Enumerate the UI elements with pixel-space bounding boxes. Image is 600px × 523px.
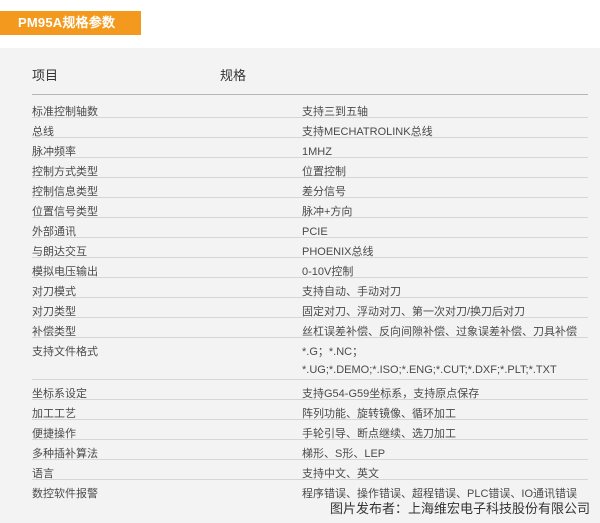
table-row: 外部通讯 PCIE [32, 218, 588, 238]
table-row: 总线 支持MECHATROLINK总线 [32, 118, 588, 138]
table-row: 便捷操作 手轮引导、断点继续、选刀加工 [32, 420, 588, 440]
header-divider [32, 94, 588, 95]
row-item: 控制方式类型 [32, 166, 98, 178]
column-header-item: 项目 [32, 68, 59, 83]
section-title-tab: PM95A规格参数 [0, 11, 141, 35]
row-item: 控制信息类型 [32, 186, 98, 198]
row-spec: *.G；*.NC；*.UG;*.DEMO;*.ISO;*.ENG;*.CUT;*… [302, 346, 557, 376]
row-item: 模拟电压输出 [32, 266, 98, 278]
image-publisher-caption: 图片发布者：上海维宏电子科技股份有限公司 [329, 501, 590, 516]
row-item: 总线 [32, 126, 54, 138]
row-item: 补偿类型 [32, 326, 76, 338]
table-row: 控制信息类型 差分信号 [32, 178, 588, 198]
table-row: 位置信号类型 脉冲+方向 [32, 198, 588, 218]
row-item: 外部通讯 [32, 226, 76, 238]
row-item: 与朗达交互 [32, 246, 87, 258]
table-row: 脉冲频率 1MHZ [32, 138, 588, 158]
row-item: 加工工艺 [32, 408, 76, 420]
table-row: 语言 支持中文、英文 [32, 460, 588, 480]
table-row: 多种插补算法 梯形、S形、LEP [32, 440, 588, 460]
table-row: 对刀模式 支持自动、手动对刀 [32, 278, 588, 298]
row-item: 坐标系设定 [32, 388, 87, 400]
row-item: 语言 [32, 468, 54, 480]
table-row: 标准控制轴数 支持三到五轴 [32, 98, 588, 118]
table-row: 对刀类型 固定对刀、浮动对刀、第一次对刀/换刀后对刀 [32, 298, 588, 318]
row-item: 位置信号类型 [32, 206, 98, 218]
table-row: 补偿类型 丝杠误差补偿、反向间隙补偿、过象误差补偿、刀具补偿 [32, 318, 588, 338]
row-item: 数控软件报警 [32, 488, 98, 500]
top-band: PM95A规格参数 [0, 0, 600, 48]
table-row: 模拟电压输出 0-10V控制 [32, 258, 588, 278]
table-header: 项目 规格 [32, 52, 588, 94]
column-header-spec: 规格 [220, 68, 247, 83]
row-item: 标准控制轴数 [32, 106, 98, 118]
table-row: 控制方式类型 位置控制 [32, 158, 588, 178]
table-row: 加工工艺 阵列功能、旋转镜像、循环加工 [32, 400, 588, 420]
row-item: 多种插补算法 [32, 448, 98, 460]
row-item: 对刀类型 [32, 306, 76, 318]
table-row: 坐标系设定 支持G54-G59坐标系，支持原点保存 [32, 380, 588, 400]
table-row: 与朗达交互 PHOENIX总线 [32, 238, 588, 258]
row-item: 对刀模式 [32, 286, 76, 298]
row-item: 脉冲频率 [32, 146, 76, 158]
table-row: 数控软件报警 程序错误、操作错误、超程错误、PLC错误、IO通讯错误 [32, 480, 588, 500]
table-row: 支持文件格式 *.G；*.NC；*.UG;*.DEMO;*.ISO;*.ENG;… [32, 338, 588, 380]
row-item: 支持文件格式 [32, 346, 98, 358]
row-item: 便捷操作 [32, 428, 76, 440]
